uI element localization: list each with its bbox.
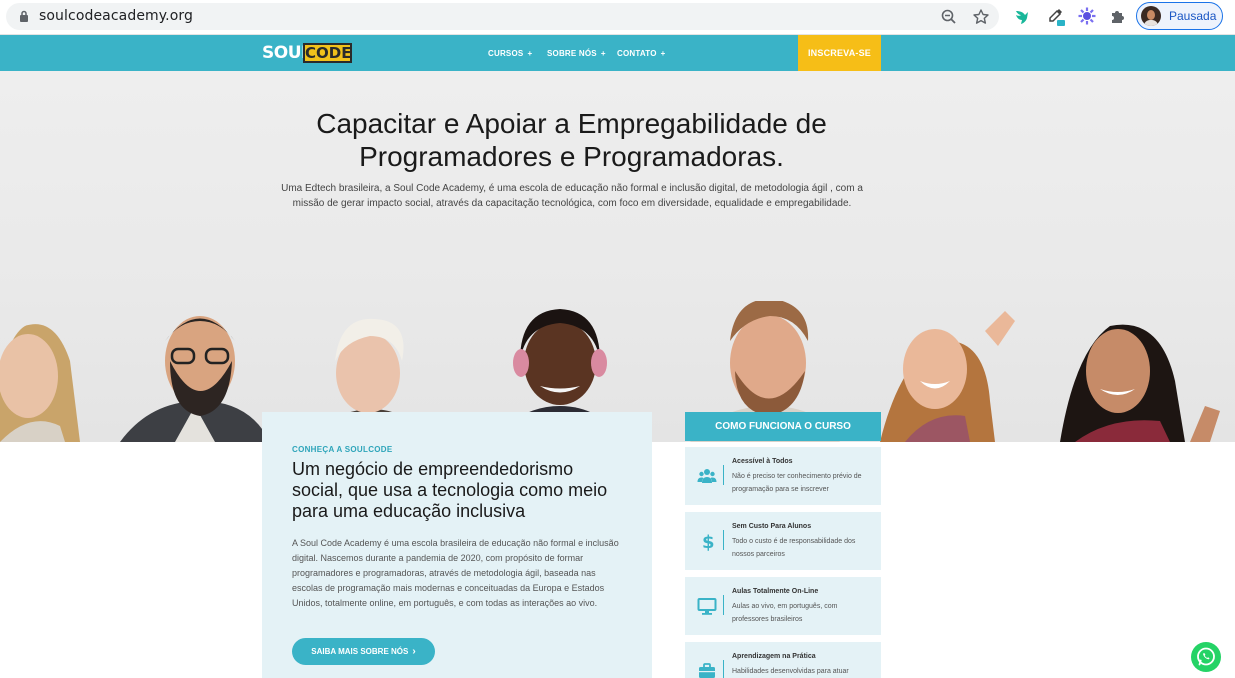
inscreva-se-button[interactable]: INSCREVA-SE	[798, 35, 881, 71]
nav-item-cursos[interactable]: CURSOS +	[488, 49, 532, 58]
svg-text:$: $	[702, 532, 715, 551]
profile-button[interactable]: Pausada	[1136, 2, 1223, 30]
plus-icon: +	[660, 49, 666, 58]
como-funciona-header: COMO FUNCIONA O CURSO	[685, 412, 881, 441]
feature-card: Aprendizagem na Prática Habilidades dese…	[685, 642, 881, 678]
plus-icon: +	[527, 49, 533, 58]
whatsapp-button[interactable]	[1191, 642, 1221, 672]
briefcase-icon	[697, 661, 717, 678]
divider	[723, 595, 724, 615]
hero-subtitle: Uma Edtech brasileira, a Soul Code Acade…	[262, 181, 882, 211]
saiba-mais-label: SAIBA MAIS SOBRE NÓS	[311, 647, 409, 656]
feature-title: Acessível à Todos	[732, 458, 793, 465]
address-bar[interactable]: soulcodeacademy.org	[6, 3, 999, 30]
url-text[interactable]: soulcodeacademy.org	[39, 8, 193, 24]
feature-title: Sem Custo Para Alunos	[732, 523, 812, 530]
about-title: Um negócio de empreendedorismo social, q…	[292, 459, 632, 522]
nav-item-contato[interactable]: CONTATO +	[617, 49, 666, 58]
about-eyebrow: CONHEÇA A SOULCODE	[292, 445, 393, 454]
logo-code-text: CODE	[303, 43, 352, 63]
nav-item-sobre-nos[interactable]: SOBRE NÓS +	[547, 49, 606, 58]
hero-section: Capacitar e Apoiar a Empregabilidade de …	[0, 71, 1235, 442]
site-navbar: SOUL CODE CURSOS + SOBRE NÓS + CONTATO + IN…	[0, 35, 1235, 71]
profile-status-label: Pausada	[1169, 9, 1217, 23]
person-illustration	[1060, 324, 1220, 442]
hero-title-line: Capacitar e Apoiar a Empregabilidade de	[316, 108, 827, 139]
person-illustration	[880, 311, 1015, 442]
whatsapp-icon	[1197, 647, 1215, 666]
puzzle-extensions-icon[interactable]	[1108, 6, 1128, 26]
divider	[723, 465, 724, 485]
avatar	[1141, 6, 1161, 26]
purple-gear-extension-icon[interactable]	[1077, 6, 1097, 26]
feature-card: Aulas Totalmente On-Line Aulas ao vivo, …	[685, 577, 881, 635]
hero-subtitle-line: missão de gerar impacto social, através …	[292, 198, 852, 209]
hero-title-line: Programadores e Programadoras.	[359, 141, 784, 172]
person-illustration	[120, 316, 270, 442]
about-title-line: para uma educação inclusiva	[292, 501, 526, 521]
zoom-out-icon[interactable]	[940, 8, 958, 26]
chevron-right-icon: ›	[412, 646, 416, 657]
about-card: CONHEÇA A SOULCODE Um negócio de empreen…	[262, 412, 652, 678]
teal-bird-extension-icon[interactable]	[1012, 6, 1032, 26]
divider	[723, 530, 724, 550]
feature-title: Aulas Totalmente On-Line	[732, 588, 819, 595]
nav-label: SOBRE NÓS	[547, 49, 597, 58]
monitor-icon	[697, 596, 717, 616]
users-icon	[697, 466, 717, 486]
nav-label: CURSOS	[488, 49, 524, 58]
feature-description: Todo o custo é de responsabilidade dos n…	[732, 538, 856, 558]
feature-title: Aprendizagem na Prática	[732, 653, 816, 660]
person-illustration	[0, 324, 80, 442]
hero-title: Capacitar e Apoiar a Empregabilidade de …	[0, 107, 1143, 173]
about-title-line: social, que usa a tecnologia como meio	[292, 480, 608, 500]
dollar-icon: $	[697, 531, 717, 553]
nav-label: CONTATO	[617, 49, 657, 58]
about-title-line: Um negócio de empreendedorismo	[292, 459, 574, 479]
feature-card: $ Sem Custo Para Alunos Todo o custo é d…	[685, 512, 881, 570]
feature-card: Acessível à Todos Não é preciso ter conh…	[685, 447, 881, 505]
about-body: A Soul Code Academy é uma escola brasile…	[292, 538, 619, 608]
saiba-mais-button[interactable]: SAIBA MAIS SOBRE NÓS ›	[292, 638, 435, 665]
hero-subtitle-line: Uma Edtech brasileira, a Soul Code Acade…	[281, 183, 863, 194]
eyedropper-extension-icon[interactable]	[1045, 6, 1065, 26]
divider	[723, 660, 724, 678]
feature-description: Aulas ao vivo, em português, com profess…	[732, 603, 838, 623]
plus-icon: +	[600, 49, 606, 58]
browser-toolbar: soulcodeacademy.org Pausada	[0, 0, 1235, 35]
bookmark-star-icon[interactable]	[972, 8, 990, 26]
feature-description: Não é preciso ter conhecimento prévio de…	[732, 473, 862, 493]
feature-description: Habilidades desenvolvidas para atuar	[732, 668, 849, 675]
lock-icon[interactable]	[19, 10, 29, 22]
